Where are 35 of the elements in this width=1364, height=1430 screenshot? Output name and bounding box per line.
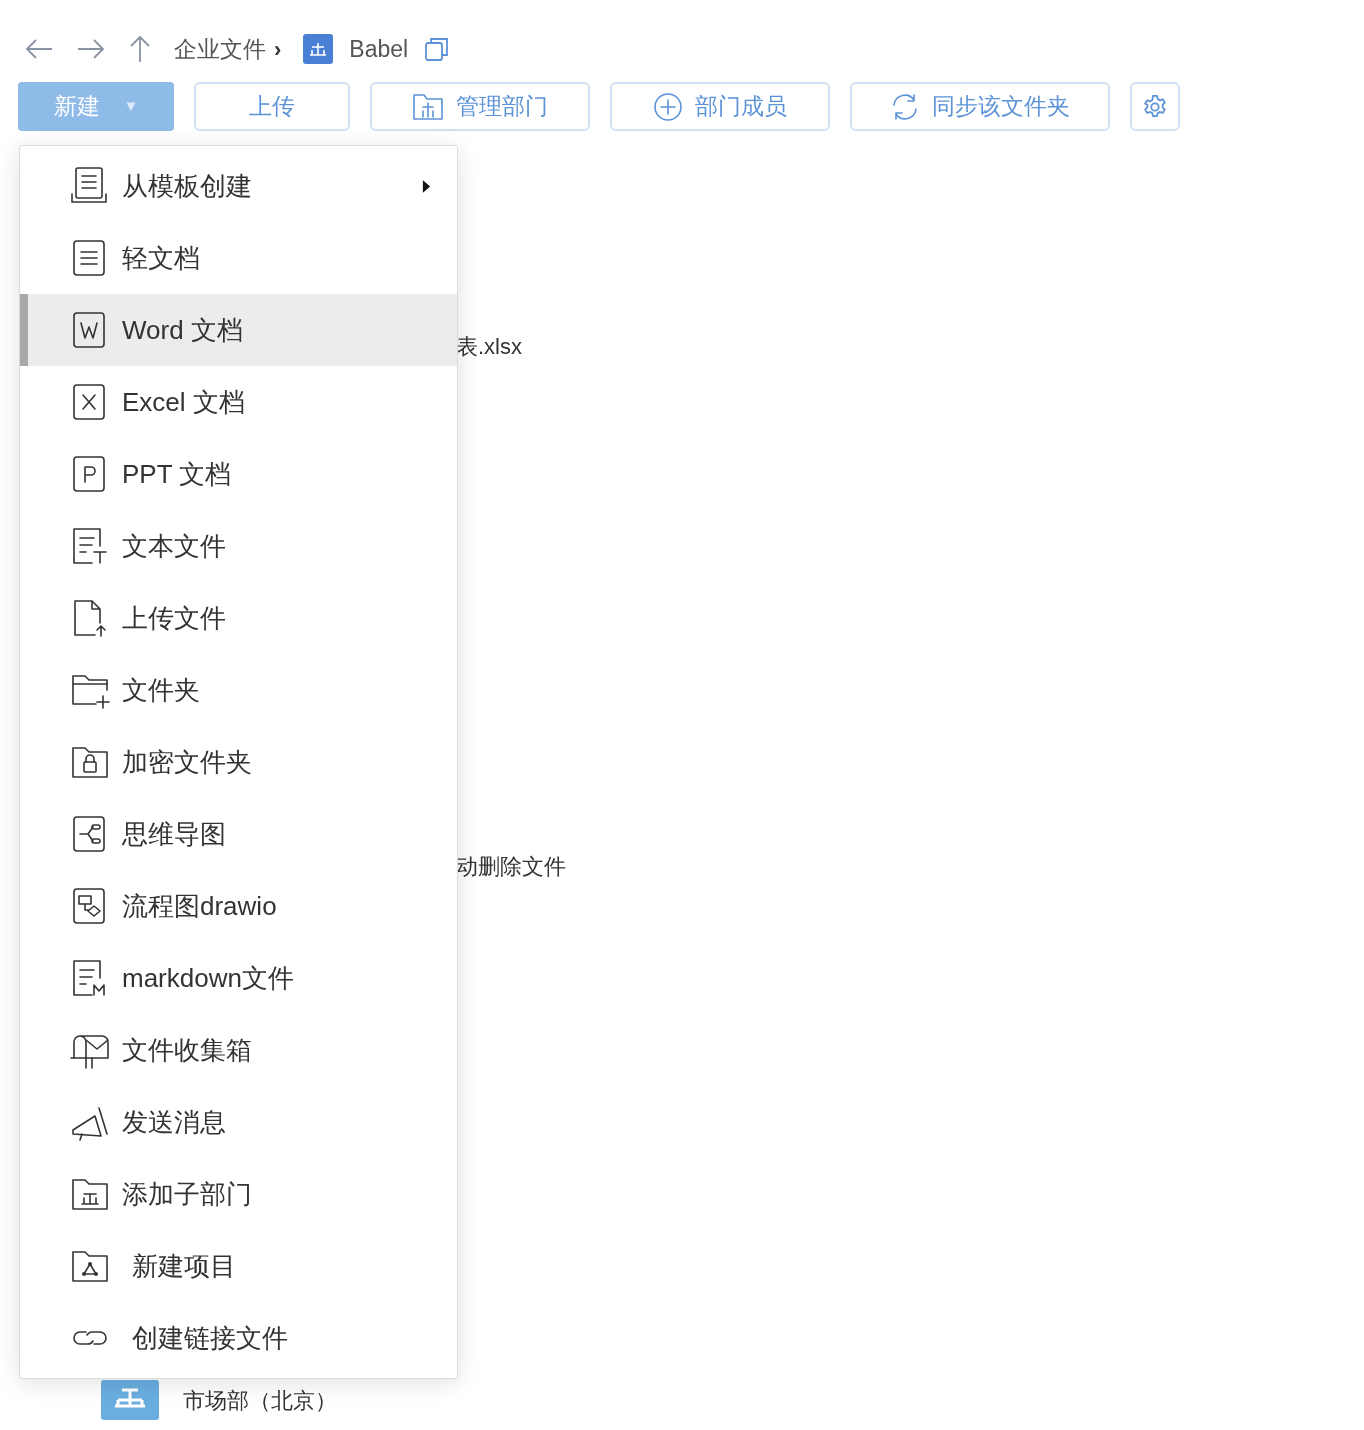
menu-item[interactable]: 思维导图 [20,798,457,870]
menu-item[interactable]: 文本文件 [20,510,457,582]
plus-circle-icon [653,91,683,122]
menu-item[interactable]: 加密文件夹 [20,726,457,798]
submenu-arrow-icon [422,178,431,194]
page-stack-icon [70,166,110,206]
settings-button[interactable] [1130,82,1180,131]
menu-item[interactable]: 轻文档 [20,222,457,294]
org-chart-icon [303,34,334,64]
back-arrow-icon[interactable] [24,37,54,61]
menu-item[interactable]: markdown文件 [20,942,457,1014]
menu-item[interactable]: 文件收集箱 [20,1014,457,1086]
copy-icon[interactable] [424,36,451,62]
file-name[interactable]: 表.xlsx [456,330,522,363]
current-folder-title: Babel [349,34,409,64]
folder-org-icon [412,92,444,121]
menu-item[interactable]: 新建项目 [20,1230,457,1302]
menu-item[interactable]: 从模板创建 [20,150,457,222]
menu-item[interactable]: 流程图drawio [20,870,457,942]
menu-item[interactable]: Word 文档 [20,294,457,366]
sync-icon [890,91,920,122]
department-name[interactable]: 市场部（北京） [183,1383,337,1417]
breadcrumb-link[interactable]: 企业文件 [174,31,266,67]
text-file-icon [70,526,110,566]
menu-item[interactable]: 发送消息 [20,1086,457,1158]
up-arrow-icon[interactable] [128,34,152,64]
menu-item[interactable]: 文件夹 [20,654,457,726]
menu-item[interactable]: PPT 文档 [20,438,457,510]
menu-item[interactable]: 创建链接文件 [20,1302,457,1374]
menu-item[interactable]: Excel 文档 [20,366,457,438]
file-name[interactable]: 动删除文件 [456,850,566,883]
breadcrumb-separator: › [274,35,282,64]
menu-item[interactable]: 上传文件 [20,582,457,654]
menu-item[interactable]: 添加子部门 [20,1158,457,1230]
forward-arrow-icon[interactable] [76,37,106,61]
